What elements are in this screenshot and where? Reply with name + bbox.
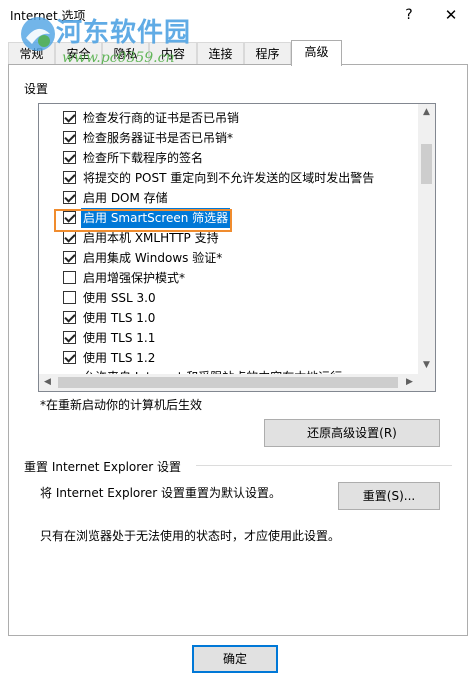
- checkbox[interactable]: [63, 111, 76, 124]
- checkbox[interactable]: [63, 191, 76, 204]
- setting-label: 检查发行商的证书是否已吊销: [83, 111, 240, 125]
- help-button[interactable]: ?: [398, 4, 420, 26]
- scroll-up-icon[interactable]: ▲: [418, 104, 435, 121]
- scroll-left-icon[interactable]: ◀: [39, 374, 56, 391]
- setting-label-selected: 启用 SmartScreen 筛选器: [81, 208, 231, 228]
- setting-label: 使用 TLS 1.1: [83, 331, 156, 345]
- setting-label: 将提交的 POST 重定向到不允许发送的区域时发出警告: [83, 171, 375, 185]
- checkbox[interactable]: [63, 271, 76, 284]
- scroll-down-icon[interactable]: ▼: [418, 357, 435, 374]
- tab-content[interactable]: 内容: [149, 42, 197, 64]
- window-title: Internet 选项: [10, 9, 86, 23]
- checkbox[interactable]: [63, 311, 76, 324]
- setting-label: 启用 DOM 存储: [83, 191, 168, 205]
- checkbox[interactable]: [63, 211, 76, 224]
- tab-security[interactable]: 安全: [55, 42, 102, 64]
- tab-advanced[interactable]: 高级: [291, 40, 342, 66]
- restore-advanced-settings-button[interactable]: 还原高级设置(R): [264, 419, 440, 447]
- checkbox[interactable]: [63, 231, 76, 244]
- checkbox[interactable]: [63, 251, 76, 264]
- group-divider: [196, 465, 452, 466]
- restart-note: *在重新启动你的计算机后生效: [40, 398, 203, 412]
- setting-label: 启用增强保护模式*: [83, 271, 186, 285]
- checkbox[interactable]: [63, 151, 76, 164]
- settings-list[interactable]: 检查发行商的证书是否已吊销 检查服务器证书是否已吊销* 检查所下载程序的签名 将…: [38, 103, 436, 392]
- close-button[interactable]: ✕: [438, 4, 464, 26]
- tab-general[interactable]: 常规: [8, 42, 55, 64]
- scroll-right-icon[interactable]: ▶: [401, 374, 418, 391]
- setting-label: 使用 SSL 3.0: [83, 291, 156, 305]
- checkbox[interactable]: [63, 171, 76, 184]
- tab-connections[interactable]: 连接: [197, 42, 244, 64]
- tab-programs[interactable]: 程序: [244, 42, 291, 64]
- ok-button[interactable]: 确定: [192, 645, 278, 673]
- setting-label: 启用集成 Windows 验证*: [83, 251, 223, 265]
- checkbox[interactable]: [63, 131, 76, 144]
- reset-group-title: 重置 Internet Explorer 设置: [24, 460, 182, 474]
- setting-label: 检查服务器证书是否已吊销*: [83, 131, 234, 145]
- scrollbar-corner: [418, 374, 435, 391]
- reset-note: 只有在浏览器处于无法使用的状态时，才应使用此设置。: [40, 529, 341, 543]
- setting-label: 使用 TLS 1.2: [83, 351, 156, 365]
- setting-label: 检查所下载程序的签名: [83, 151, 204, 165]
- checkbox[interactable]: [63, 331, 76, 344]
- checkbox[interactable]: [63, 351, 76, 364]
- vertical-scroll-thumb[interactable]: [421, 144, 432, 184]
- title-bar: Internet 选项 ? ✕: [0, 0, 476, 32]
- vertical-scrollbar[interactable]: ▲ ▼: [418, 104, 435, 374]
- reset-button[interactable]: 重置(S)...: [338, 482, 440, 510]
- horizontal-scrollbar[interactable]: ◀ ▶: [39, 374, 418, 391]
- setting-label: 使用 TLS 1.0: [83, 311, 156, 325]
- horizontal-scroll-thumb[interactable]: [58, 377, 398, 388]
- tab-privacy[interactable]: 隐私: [102, 42, 149, 64]
- settings-label: 设置: [24, 82, 49, 96]
- reset-description: 将 Internet Explorer 设置重置为默认设置。: [40, 486, 282, 500]
- checkbox[interactable]: [63, 291, 76, 304]
- setting-label: 启用本机 XMLHTTP 支持: [83, 231, 219, 245]
